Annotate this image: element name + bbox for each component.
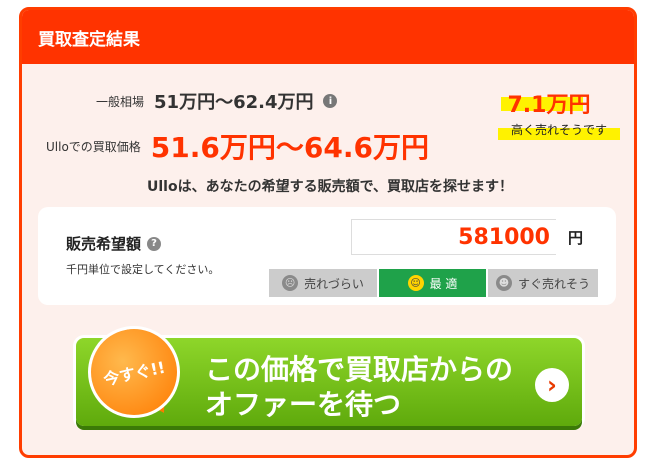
card-header: 買取査定結果 [22, 10, 634, 64]
market-label: 一般相場 [96, 94, 145, 109]
price-input[interactable] [351, 219, 556, 255]
highlight-subtitle: 高く売れそうです [510, 123, 607, 137]
highlight-value: 7.1万円 [507, 93, 591, 118]
price-unit: 円 [568, 229, 584, 247]
chevron-right-icon[interactable]: › [535, 368, 569, 402]
buy-row: Ulloでの買取価格 51.6万円〜64.6万円 [46, 126, 429, 166]
market-row: 一般相場 51万円〜62.4万円 i [96, 88, 338, 114]
price-panel-title: 販売希望額 ? [66, 233, 162, 254]
cta-line-2: オファーを待つ [205, 388, 402, 421]
segment-label: 売れづらい [304, 276, 364, 291]
price-panel-note: 千円単位で設定してください。 [66, 263, 220, 276]
segment-hard-to-sell[interactable]: ☹ 売れづらい [269, 269, 377, 297]
segment-label: すぐ売れそう [517, 276, 590, 291]
segment-sells-fast[interactable]: ☻ すぐ売れそう [488, 269, 598, 297]
market-value: 51万円〜62.4万円 [154, 92, 314, 113]
segment-optimal[interactable]: ☺ 最 適 [379, 269, 486, 297]
sad-face-icon: ☹ [282, 275, 299, 291]
buy-label: Ulloでの買取価格 [46, 139, 141, 154]
header-title: 買取査定結果 [38, 29, 140, 50]
smile-face-icon: ☺ [407, 275, 424, 291]
price-title-text: 販売希望額 [66, 235, 142, 253]
tagline: Ulloは、あなたの希望する販売額で、買取店を探せます！ [146, 179, 514, 195]
info-icon[interactable]: i [323, 94, 338, 108]
now-badge-text: 今すぐ!! [101, 357, 167, 390]
segment-label: 最 適 [429, 276, 458, 291]
buy-value: 51.6万円〜64.6万円 [150, 131, 429, 164]
grin-face-icon: ☻ [495, 275, 512, 291]
cta-line-1: この価格で買取店からの [205, 353, 514, 386]
help-icon[interactable]: ? [147, 236, 162, 251]
